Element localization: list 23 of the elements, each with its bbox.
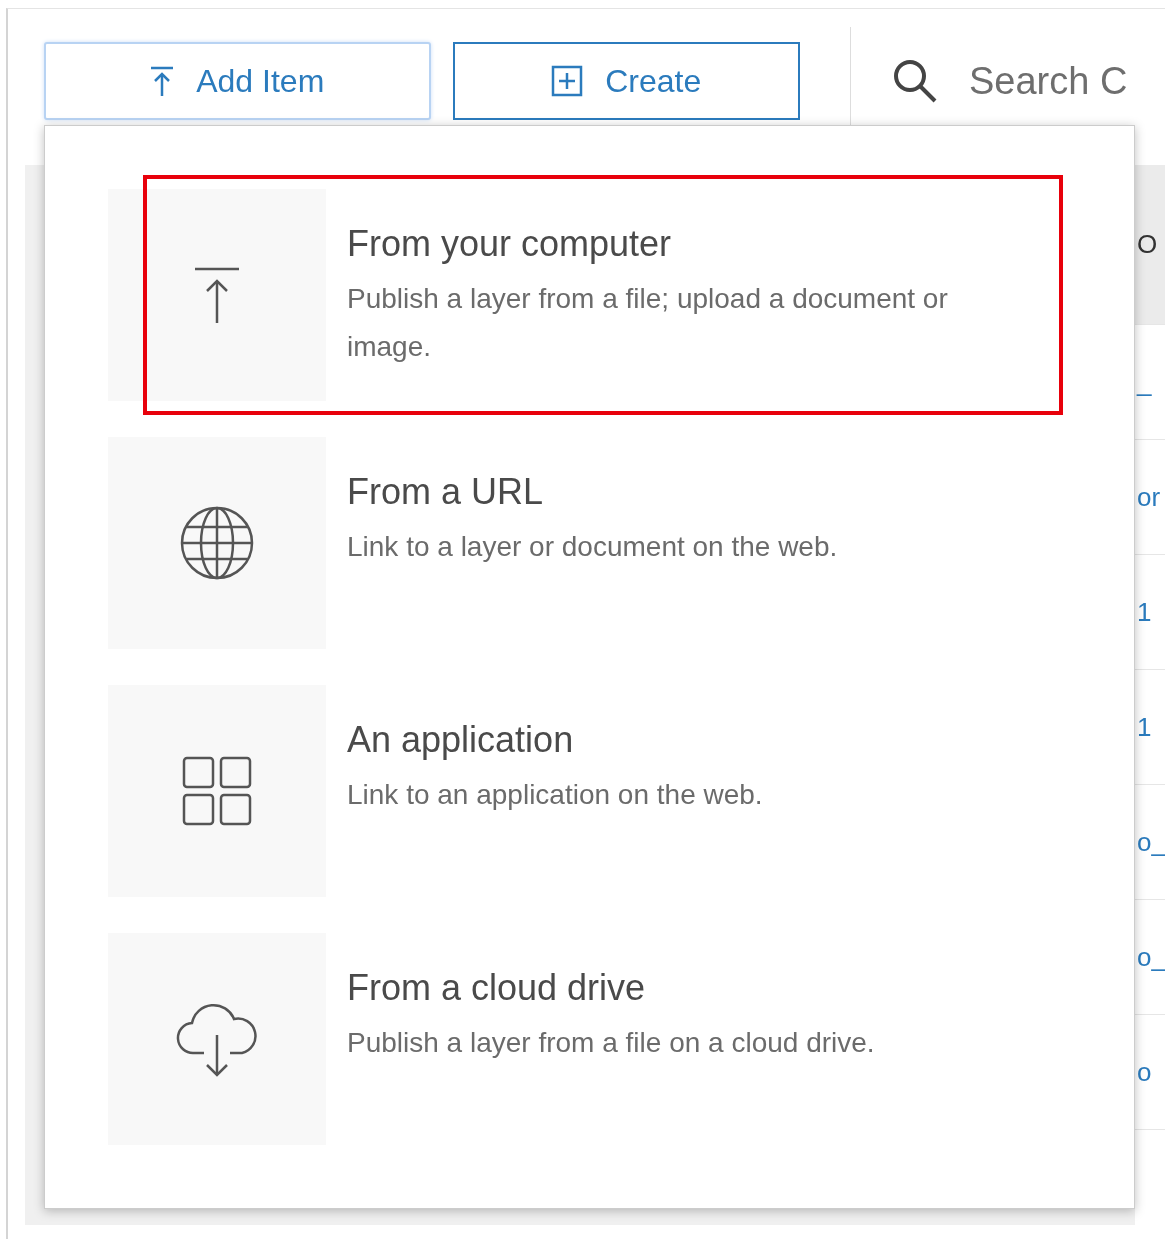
menu-item[interactable]: From your computer Publish a layer from a file; upload a document or image. [108, 189, 1134, 401]
item-title: From a URL [347, 471, 545, 513]
grid-icon [182, 756, 252, 826]
upload-icon [150, 66, 175, 96]
add-item-button[interactable]: Add Item [44, 42, 431, 120]
item-description: Link to an application on the web. [347, 778, 764, 812]
menu-item[interactable]: An application Link to an application on the web. [108, 685, 1134, 897]
menu-item[interactable]: From a cloud drive Publish a layer from a file on a cloud drive. [108, 933, 1134, 1145]
create-button[interactable]: Create [452, 42, 801, 120]
plus-square-icon [551, 65, 584, 97]
globe-icon [179, 505, 255, 581]
search-icon [893, 59, 937, 103]
table-header: O [1135, 165, 1165, 325]
item-description: Link to a layer or document on the web. [347, 530, 839, 564]
item-description: Publish a layer from a file; upload a document or image. [347, 282, 949, 364]
upload-icon [195, 267, 239, 323]
menu-item[interactable]: From a URL Link to a layer or document on the web. [108, 437, 1134, 649]
item-description: Publish a layer from a file on a cloud drive. [347, 1026, 876, 1060]
item-title: From a cloud drive [347, 967, 647, 1009]
search-field[interactable]: Search C [967, 58, 1165, 104]
item-title: An application [347, 719, 575, 761]
cloud-download-icon [176, 1001, 258, 1077]
item-title: From your computer [347, 223, 673, 265]
